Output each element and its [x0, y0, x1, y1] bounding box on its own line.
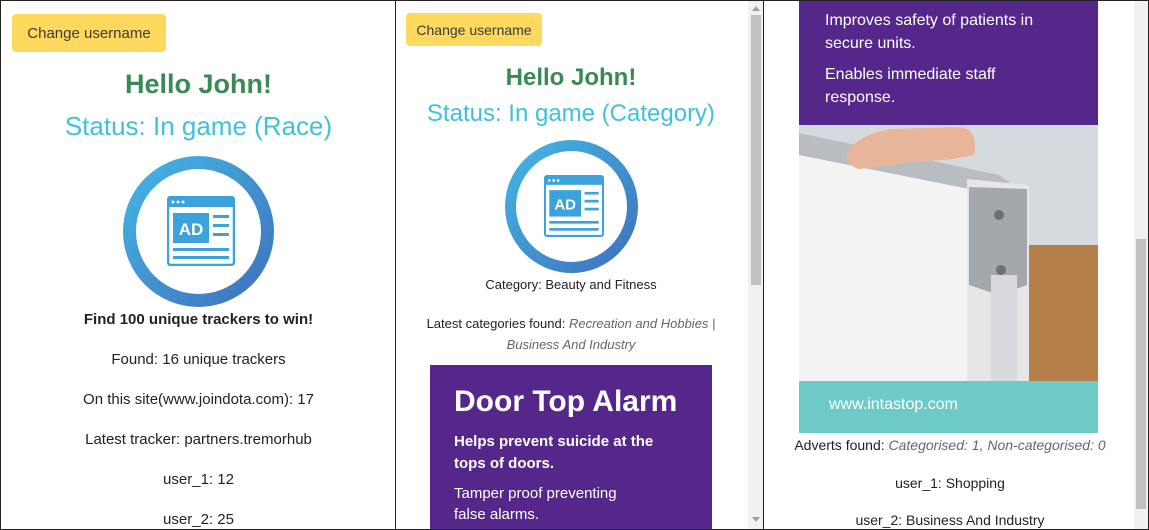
- intastop-advert[interactable]: Improves safety of patients in secure uni…: [799, 1, 1098, 433]
- ad-icon-text: AD: [554, 197, 576, 214]
- latest-tracker-text: Latest tracker: partners.tremorhub: [85, 431, 312, 448]
- advert-url-bar: www.intastop.com: [799, 381, 1098, 433]
- latest-categories-label: Latest categories found:: [426, 316, 566, 331]
- greeting-heading: Hello John!: [505, 64, 637, 91]
- scroll-up-arrow-icon[interactable]: [752, 6, 760, 11]
- category-text: Category: Beauty and Fitness: [485, 277, 657, 292]
- adverts-panel: Improves safety of patients in secure uni…: [763, 0, 1149, 530]
- status-heading: Status: In game (Category): [426, 100, 716, 127]
- user-category: user_1: Shopping: [895, 475, 1005, 491]
- user-score: user_2: 25: [163, 511, 234, 528]
- found-count-text: Found: 16 unique trackers: [111, 351, 286, 368]
- status-heading: Status: In game (Race): [64, 111, 333, 141]
- latest-categories-value: Recreation and Hobbies |: [568, 316, 716, 331]
- adverts-found-value: Categorised: 1, Non-categorised: 0: [888, 437, 1106, 453]
- scroll-down-arrow-icon[interactable]: [752, 517, 760, 522]
- user-score: user_1: 12: [163, 471, 234, 488]
- category-game-panel: Change username Hello John! Status: In g…: [395, 0, 764, 530]
- advert-text: Helps prevent suicide at the tops of doo…: [454, 433, 654, 472]
- advert-text-block: Improves safety of patients in secure uni…: [799, 1, 1098, 125]
- latest-categories-value: Business And Industry: [506, 337, 636, 352]
- advert-url: www.intastop.com: [829, 396, 958, 413]
- vertical-scrollbar[interactable]: [1134, 1, 1148, 529]
- greeting-heading: Hello John!: [125, 69, 272, 99]
- race-game-panel: Change username Hello John! Status: In g…: [0, 0, 396, 530]
- ad-logo-icon: AD: [123, 156, 274, 307]
- vertical-scrollbar[interactable]: [748, 1, 764, 529]
- ad-icon-text: AD: [179, 220, 204, 239]
- door-top-alarm-advert[interactable]: Door Top Alarm Helps prevent suicide at …: [430, 365, 712, 529]
- adverts-found-text: Adverts found: Categorised: 1, Non-categ…: [764, 437, 1136, 453]
- ad-logo-icon: AD: [505, 140, 638, 273]
- change-username-button[interactable]: Change username: [406, 13, 542, 46]
- scrollbar-thumb[interactable]: [1136, 239, 1146, 509]
- scrollbar-thumb[interactable]: [751, 15, 761, 285]
- adverts-found-label: Adverts found:: [794, 437, 885, 453]
- advert-text: Tamper proof preventing false alarms.: [454, 485, 617, 523]
- change-username-button[interactable]: Change username: [12, 14, 166, 52]
- latest-categories-text: Latest categories found: Recreation and …: [396, 313, 746, 355]
- goal-text: Find 100 unique trackers to win!: [83, 311, 314, 328]
- user-category: user_2: Business And Industry: [855, 512, 1045, 528]
- door-alarm-photo: [799, 125, 1098, 381]
- advert-title: Door Top Alarm: [454, 385, 678, 418]
- site-trackers-text: On this site(www.joindota.com): 17: [83, 391, 314, 408]
